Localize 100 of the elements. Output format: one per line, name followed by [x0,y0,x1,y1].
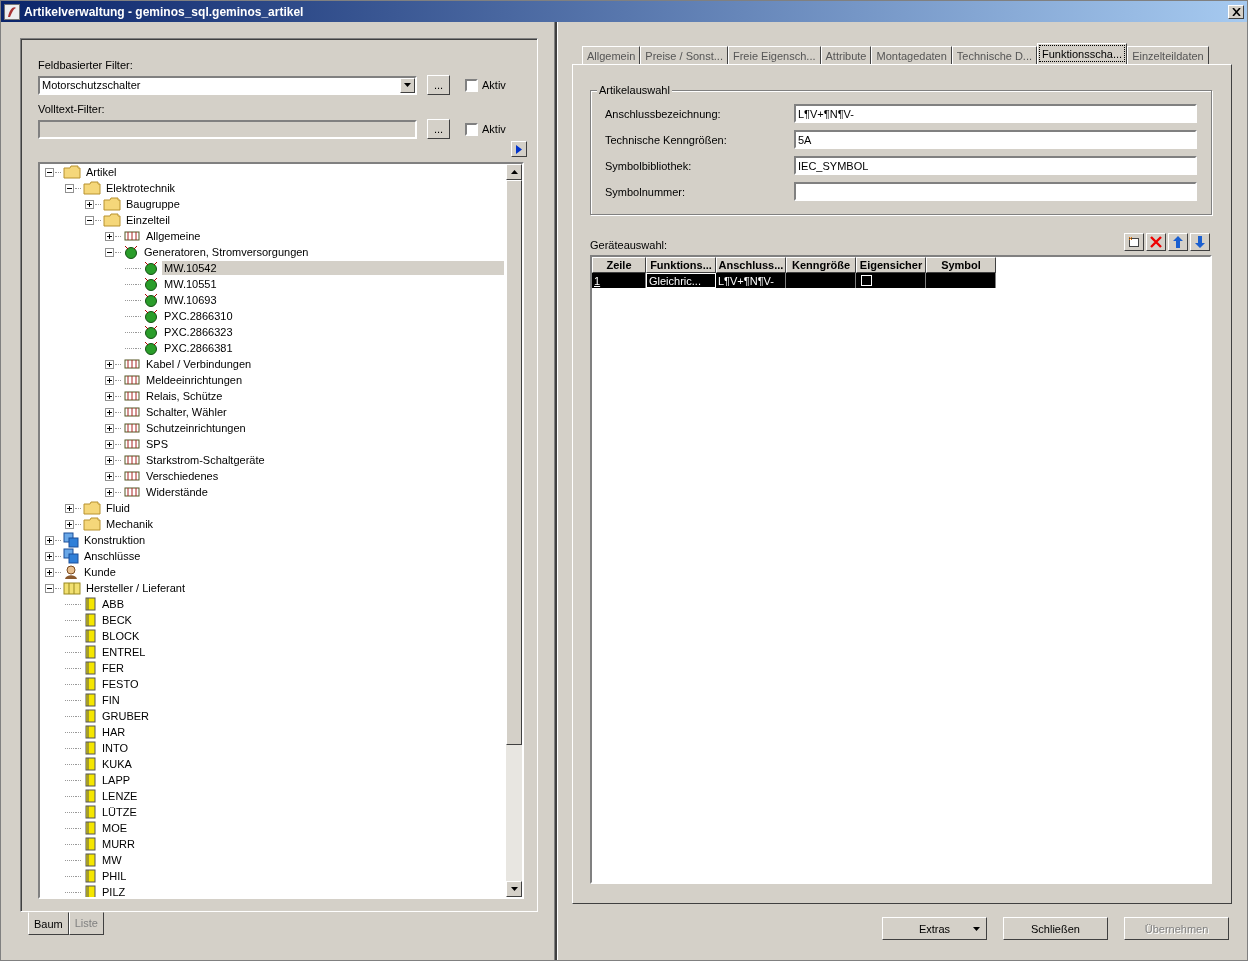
tree-item[interactable]: Generatoren, Stromversorgungen [142,245,311,259]
tree-item[interactable]: Kabel / Verbindungen [144,357,254,371]
new-row-button[interactable] [1124,233,1144,251]
expander-icon[interactable] [45,551,54,561]
expander-icon[interactable] [45,567,54,577]
tree-item[interactable]: HAR [100,725,128,739]
menu-button[interactable]: Extras [882,917,987,940]
input-field[interactable]: IEC_SYMBOL [794,156,1197,175]
column-header[interactable]: Zeile [592,257,646,273]
close-button[interactable] [1228,4,1244,19]
expander-icon[interactable] [105,247,114,257]
tab[interactable]: Freie Eigensch... [727,46,821,64]
tab[interactable]: Einzelteildaten [1127,46,1209,64]
tree-item[interactable]: Meldeeinrichtungen [144,373,244,387]
tree-item[interactable]: Anschlüsse [82,549,143,563]
checkbox[interactable] [465,78,478,92]
tree-item[interactable]: Fluid [104,501,132,515]
tree-item[interactable]: Relais, Schütze [144,389,225,403]
expander-icon[interactable] [65,503,74,513]
tab[interactable]: Technische D... [951,46,1038,64]
tab[interactable]: Montagedaten [871,46,952,64]
tree-item[interactable]: PXC.2866381 [162,341,235,355]
tree-item[interactable]: Widerstände [144,485,210,499]
tree-item[interactable]: Elektrotechnik [104,181,178,195]
expander-icon[interactable] [65,183,74,193]
column-header[interactable]: Anschluss... [716,257,786,273]
move-up-button[interactable] [1168,233,1188,251]
tab[interactable]: Allgemein [582,46,641,64]
tree-item[interactable]: Schalter, Wähler [144,405,229,419]
scrollbar[interactable] [506,164,522,897]
column-header[interactable]: Symbol [926,257,996,273]
tree-item[interactable]: FESTO [100,677,141,691]
expand-panel-button[interactable] [511,141,527,157]
filter-dropdown[interactable]: Motorschutzschalter [38,75,417,95]
tree-item[interactable]: BECK [100,613,134,627]
expander-icon[interactable] [105,231,114,241]
expander-icon[interactable] [105,407,114,417]
tree-item[interactable]: LAPP [100,773,133,787]
expander-icon[interactable] [45,535,54,545]
tree-item[interactable]: PILZ [100,885,128,897]
expander-icon[interactable] [105,423,114,433]
tree-item[interactable]: GRUBER [100,709,152,723]
expander-icon[interactable] [85,199,94,209]
tree-item[interactable]: Baugruppe [124,197,182,211]
column-header[interactable]: Kenngröße [786,257,856,273]
view-tab[interactable]: Baum [28,912,69,935]
button[interactable]: Schließen [1003,917,1108,940]
delete-button[interactable] [1146,233,1166,251]
column-header[interactable]: Funktions... [646,257,716,273]
tree-item[interactable]: LENZE [100,789,140,803]
tree-item[interactable]: FIN [100,693,122,707]
input-field[interactable]: 5A [794,130,1197,149]
tree-item[interactable]: Hersteller / Lieferant [84,581,188,595]
tree-item[interactable]: MW.10542 [162,261,504,275]
tree-item[interactable]: INTO [100,741,131,755]
expander-icon[interactable] [105,455,114,465]
tree-item[interactable]: Starkstrom-Schaltgeräte [144,453,267,467]
expander-icon[interactable] [85,215,94,225]
tree-item[interactable]: FER [100,661,126,675]
browse-button[interactable]: ... [427,75,450,95]
tab[interactable]: Attribute [820,46,872,64]
checkbox[interactable] [465,122,478,136]
input-field[interactable]: L¶V+¶N¶V- [794,104,1197,123]
expander-icon[interactable] [105,471,114,481]
tree-item[interactable]: MW.10551 [162,277,219,291]
tree-item[interactable]: BLOCK [100,629,142,643]
tree-item[interactable]: PXC.2866323 [162,325,235,339]
tree-item[interactable]: Allgemeine [144,229,203,243]
move-down-button[interactable] [1190,233,1210,251]
browse-button[interactable]: ... [427,119,450,139]
expander-icon[interactable] [105,487,114,497]
column-header[interactable]: Eigensicher [856,257,926,273]
expander-icon[interactable] [45,583,54,593]
tree-item[interactable]: Kunde [82,565,118,579]
tree-item[interactable]: Einzelteil [124,213,173,227]
tree-item[interactable]: MOE [100,821,130,835]
expander-icon[interactable] [105,439,114,449]
tree-item[interactable]: Konstruktion [82,533,148,547]
tree-item[interactable]: MURR [100,837,137,851]
tab[interactable]: Funktionsscha... [1037,43,1128,64]
tree-item[interactable]: LÜTZE [100,805,139,819]
input-field[interactable] [794,182,1197,201]
tree-item[interactable]: MW [100,853,124,867]
expander-icon[interactable] [65,519,74,529]
tree-item[interactable]: MW.10693 [162,293,219,307]
table-row[interactable]: 1 Gleichric... L¶V+¶N¶V- [592,273,996,288]
tree-item[interactable]: Mechanik [104,517,156,531]
expander-icon[interactable] [105,359,114,369]
tree-item[interactable]: SPS [144,437,170,451]
tree-item[interactable]: Schutzeinrichtungen [144,421,248,435]
expander-icon[interactable] [105,375,114,385]
tree-item[interactable]: PXC.2866310 [162,309,235,323]
tree-item[interactable]: Verschiedenes [144,469,221,483]
tree-item[interactable]: ABB [100,597,126,611]
tree-item[interactable]: Artikel [84,165,119,179]
tree-item[interactable]: PHIL [100,869,129,883]
tab[interactable]: Preise / Sonst... [640,46,728,64]
expander-icon[interactable] [45,167,54,177]
expander-icon[interactable] [105,391,114,401]
tree-item[interactable]: ENTREL [100,645,148,659]
